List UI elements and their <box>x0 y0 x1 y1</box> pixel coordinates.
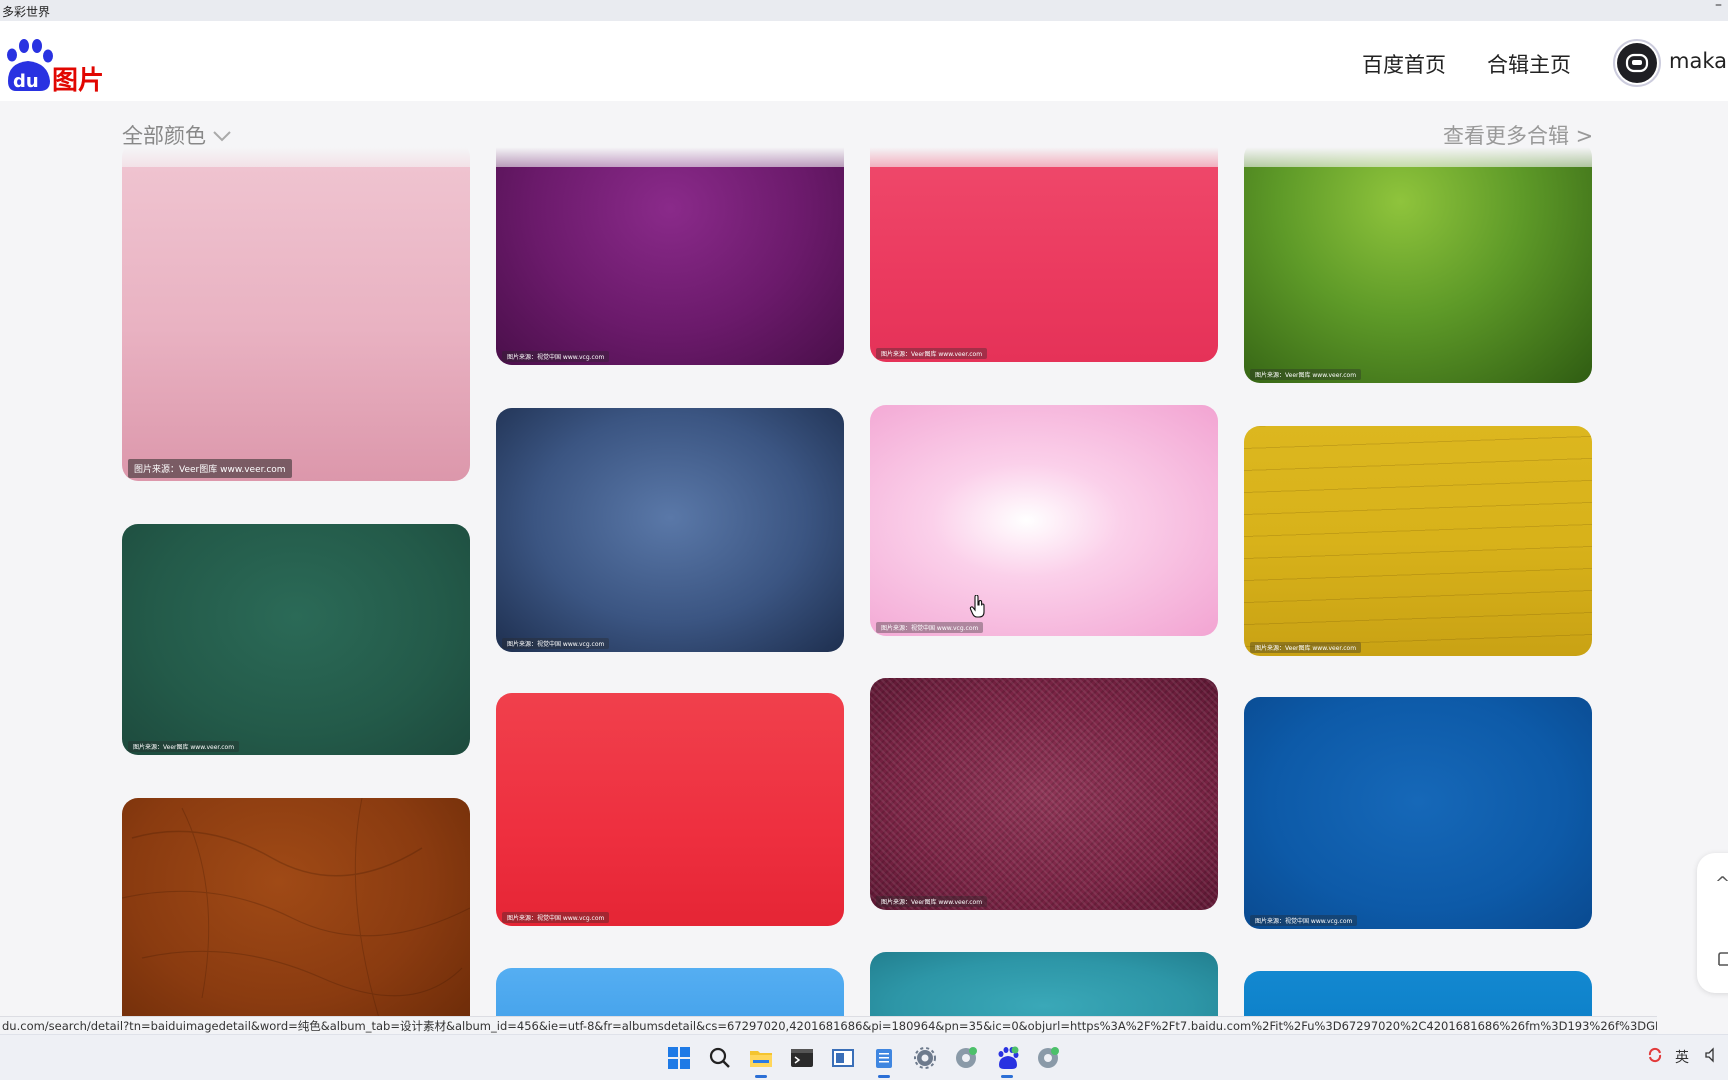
chevron-down-icon <box>212 123 232 147</box>
image-source-label: 图片来源：视觉中国 www.vcg.com <box>502 351 610 362</box>
window-app-icon[interactable] <box>829 1044 857 1072</box>
browser-icon-2[interactable] <box>1034 1044 1062 1072</box>
image-source-label: 图片来源：Veer图库 www.veer.com <box>128 741 240 752</box>
color-filter-dropdown[interactable]: 全部颜色 <box>122 120 232 150</box>
image-source-label: 图片来源：视觉中国 www.vcg.com <box>1250 915 1358 926</box>
svg-text:du: du <box>13 71 39 92</box>
feedback-icon[interactable] <box>1717 951 1728 971</box>
tray-language-indicator[interactable]: 英 <box>1675 1047 1689 1067</box>
site-header: du 图片 百度首页 合辑主页 makac <box>0 21 1728 101</box>
floating-sidebar: ^ <box>1697 853 1728 993</box>
minimize-button[interactable]: – <box>1715 0 1722 13</box>
image-source-label: 图片来源：视觉中国 www.vcg.com <box>876 622 984 633</box>
window-titlebar: 多彩世界 – <box>0 0 1728 21</box>
back-to-top-icon[interactable]: ^ <box>1715 873 1728 894</box>
taskbar: 英 <box>0 1034 1728 1080</box>
baidu-browser-icon[interactable] <box>993 1044 1021 1078</box>
image-tile-purple-texture[interactable]: 图片来源：视觉中国 www.vcg.com <box>496 141 844 365</box>
image-source-label: 图片来源：Veer图库 www.veer.com <box>1250 642 1362 653</box>
avatar[interactable] <box>1613 39 1661 87</box>
more-albums-link[interactable]: 查看更多合辑 > <box>1443 120 1593 150</box>
tray-sync-icon[interactable] <box>1647 1047 1663 1067</box>
image-tile-cyan-blue[interactable] <box>1244 971 1592 1016</box>
image-source-label: 图片来源：视觉中国 www.vcg.com <box>502 638 610 649</box>
image-tile-dark-green[interactable]: 图片来源：Veer图库 www.veer.com <box>122 524 470 755</box>
terminal-icon[interactable] <box>788 1044 816 1072</box>
image-tile-green-grass[interactable]: 图片来源：Veer图库 www.veer.com <box>1244 141 1592 383</box>
image-tile-magenta-fabric[interactable]: 图片来源：Veer图库 www.veer.com <box>870 678 1218 910</box>
image-tile-red-paper[interactable]: 图片来源：视觉中国 www.vcg.com <box>496 693 844 926</box>
image-tile-brown-leather[interactable] <box>122 798 470 1016</box>
link-preview-statusbar: du.com/search/detail?tn=baiduimagedetail… <box>0 1016 1657 1034</box>
image-tile-blue-denim[interactable]: 图片来源：视觉中国 www.vcg.com <box>496 408 844 652</box>
nav-album-home[interactable]: 合辑主页 <box>1487 49 1571 79</box>
image-tile-yellow-wood[interactable]: 图片来源：Veer图库 www.veer.com <box>1244 426 1592 656</box>
windows-start-icon[interactable] <box>665 1044 693 1072</box>
image-tile-sky-blue[interactable] <box>496 968 844 1016</box>
file-explorer-icon[interactable] <box>747 1044 775 1078</box>
image-tile-light-pink-glow[interactable]: 图片来源：视觉中国 www.vcg.com <box>870 405 1218 636</box>
color-filter-label: 全部颜色 <box>122 124 206 148</box>
window-title: 多彩世界 <box>2 5 51 19</box>
baidu-image-logo[interactable]: du 图片 <box>2 37 114 96</box>
image-source-label: 图片来源：Veer图库 www.veer.com <box>128 459 292 478</box>
username[interactable]: makac <box>1669 49 1728 73</box>
album-gallery: 图片来源：Veer图库 www.veer.com 图片来源：Veer图库 www… <box>0 101 1728 1016</box>
image-tile-top-partial-4 <box>1244 101 1592 109</box>
image-tile-teal-texture[interactable] <box>870 952 1218 1016</box>
image-source-label: 图片来源：Veer图库 www.veer.com <box>876 348 988 359</box>
tray-speaker-icon[interactable] <box>1704 1047 1720 1067</box>
image-source-label: 图片来源：Veer图库 www.veer.com <box>1250 369 1362 380</box>
nav-baidu-home[interactable]: 百度首页 <box>1362 49 1446 79</box>
search-icon[interactable] <box>706 1044 734 1072</box>
image-tile-royal-blue[interactable]: 图片来源：视觉中国 www.vcg.com <box>1244 697 1592 929</box>
robot-avatar-icon <box>1617 43 1657 83</box>
image-source-label: 图片来源：视觉中国 www.vcg.com <box>502 912 610 923</box>
settings-icon[interactable] <box>911 1044 939 1072</box>
image-tile-pink-red[interactable]: 图片来源：Veer图库 www.veer.com <box>870 141 1218 362</box>
image-tile-pink-paper[interactable]: 图片来源：Veer图库 www.veer.com <box>122 141 470 481</box>
svg-text:图片: 图片 <box>52 66 104 93</box>
image-source-label: 图片来源：Veer图库 www.veer.com <box>876 896 988 907</box>
notepad-icon[interactable] <box>870 1044 898 1078</box>
browser-icon[interactable] <box>952 1044 980 1072</box>
